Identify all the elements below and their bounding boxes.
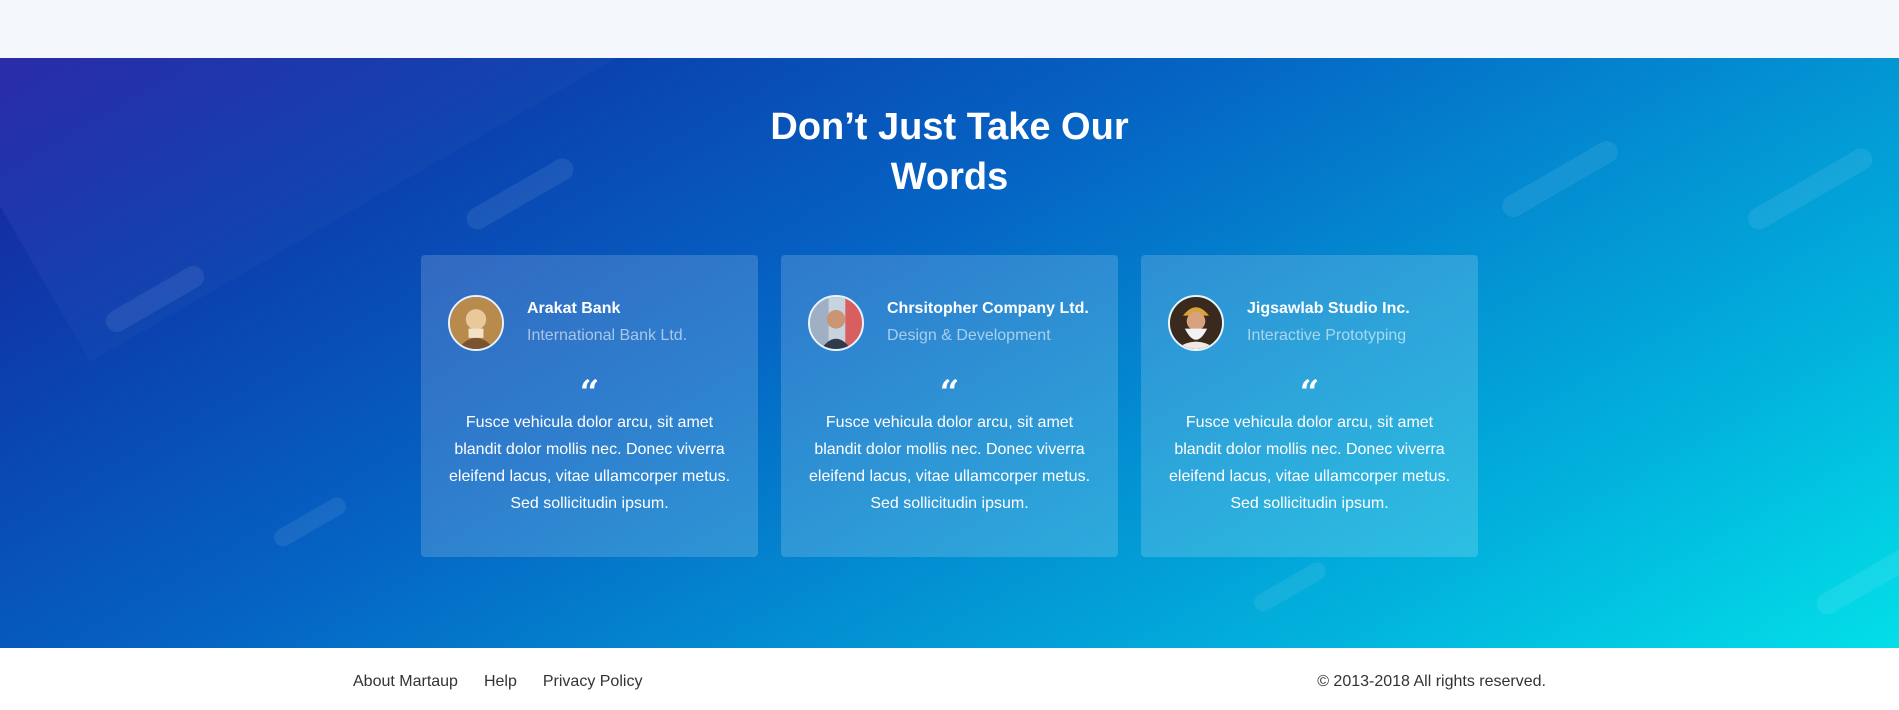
footer-nav: About Martaup Help Privacy Policy: [353, 672, 642, 692]
section-title: Don’t Just Take Our Words: [0, 102, 1899, 202]
avatar: [448, 295, 504, 351]
footer-link-about[interactable]: About Martaup: [353, 672, 458, 692]
section-title-line2: Words: [890, 156, 1009, 198]
avatar: [808, 295, 864, 351]
avatar-image: [450, 297, 502, 349]
footer: About Martaup Help Privacy Policy © 2013…: [0, 648, 1899, 710]
company-name: Jigsawlab Studio Inc.: [1247, 300, 1410, 317]
avatar: [1168, 295, 1224, 351]
avatar-image: [810, 297, 862, 349]
top-bar: [0, 0, 1899, 58]
testimonial-card: Jigsawlab Studio Inc. Interactive Protot…: [1141, 255, 1478, 557]
company-name: Chrsitopher Company Ltd.: [887, 300, 1089, 317]
company-role: Design & Development: [887, 327, 1051, 344]
footer-link-help[interactable]: Help: [484, 672, 517, 692]
testimonial-text: Fusce vehicula dolor arcu, sit amet blan…: [1168, 414, 1451, 512]
testimonial-cards: Arakat Bank International Bank Ltd. “ Fu…: [421, 255, 1479, 557]
company-name: Arakat Bank: [527, 300, 621, 317]
testimonial-card: Chrsitopher Company Ltd. Design & Develo…: [781, 255, 1118, 557]
testimonials-section: Don’t Just Take Our Words Arakat Bank In…: [0, 58, 1899, 648]
decorative-beam: [270, 494, 350, 550]
quote-icon: “: [939, 373, 960, 413]
testimonial-text: Fusce vehicula dolor arcu, sit amet blan…: [808, 414, 1091, 512]
decorative-beam: [1812, 539, 1899, 619]
quote-icon: “: [1299, 373, 1320, 413]
quote-icon: “: [579, 373, 600, 413]
avatar-image: [1170, 297, 1222, 349]
testimonial-card: Arakat Bank International Bank Ltd. “ Fu…: [421, 255, 758, 557]
testimonial-text: Fusce vehicula dolor arcu, sit amet blan…: [448, 414, 731, 512]
copyright-text: © 2013-2018 All rights reserved.: [1317, 673, 1546, 690]
decorative-beam: [1250, 559, 1330, 615]
section-title-line1: Don’t Just Take Our: [770, 106, 1129, 148]
footer-link-privacy[interactable]: Privacy Policy: [543, 672, 643, 692]
company-role: Interactive Prototyping: [1247, 327, 1407, 344]
company-role: International Bank Ltd.: [527, 327, 688, 344]
